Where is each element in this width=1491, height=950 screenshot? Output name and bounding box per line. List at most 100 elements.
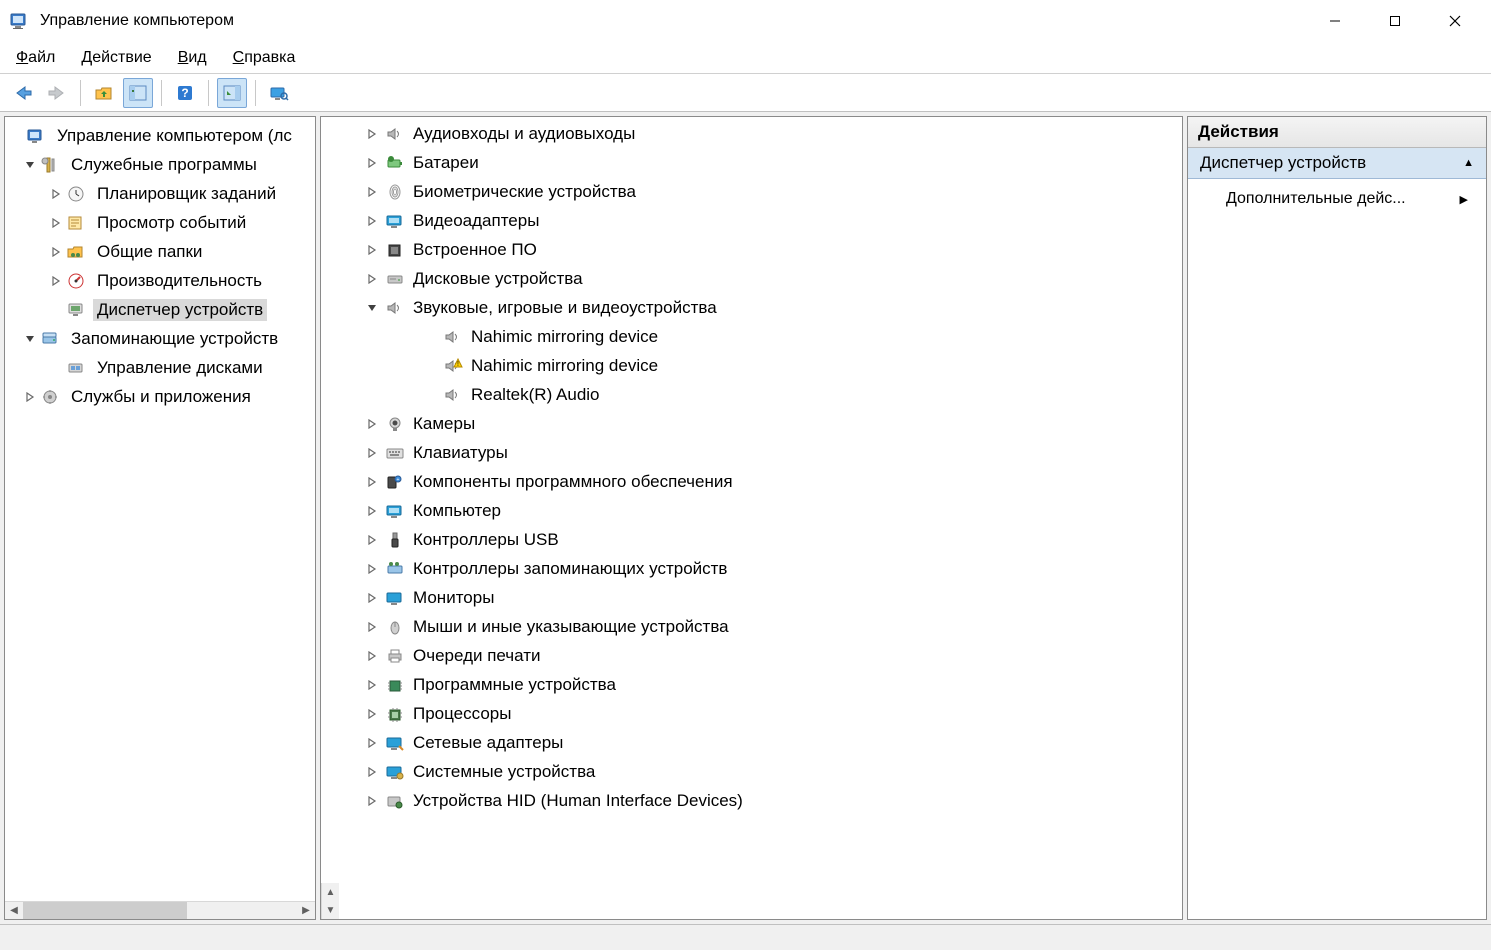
device-item[interactable]: Камеры — [321, 409, 1182, 438]
expander-icon[interactable] — [367, 680, 383, 690]
device-item[interactable]: Биометрические устройства — [321, 177, 1182, 206]
expander-icon[interactable] — [23, 332, 37, 346]
expander-icon[interactable] — [9, 129, 23, 143]
expander-icon[interactable] — [49, 274, 63, 288]
device-item[interactable]: Сетевые адаптеры — [321, 728, 1182, 757]
expander-icon[interactable] — [49, 361, 63, 375]
device-item[interactable]: Мониторы — [321, 583, 1182, 612]
action-more[interactable]: Дополнительные дейс... ▶ — [1188, 185, 1486, 213]
device-item-label: Программные устройства — [413, 675, 616, 695]
expander-icon[interactable] — [367, 129, 383, 139]
device-item[interactable]: Контроллеры USB — [321, 525, 1182, 554]
expander-icon[interactable] — [367, 593, 383, 603]
vscrollbar[interactable]: ▲ ▼ — [321, 883, 339, 919]
help-button[interactable]: ? — [170, 78, 200, 108]
device-tree[interactable]: Аудиовходы и аудиовыходыБатареиБиометрич… — [321, 117, 1182, 883]
actions-section-header[interactable]: Диспетчер устройств ▲ — [1188, 148, 1486, 179]
menu-help[interactable]: Справка — [229, 46, 300, 70]
tree-item[interactable]: Производительность — [5, 266, 315, 295]
scroll-thumb[interactable] — [23, 902, 187, 919]
back-button[interactable] — [8, 78, 38, 108]
device-item[interactable]: Устройства HID (Human Interface Devices) — [321, 786, 1182, 815]
menu-action[interactable]: Действие — [77, 46, 155, 70]
tree-item[interactable]: Просмотр событий — [5, 208, 315, 237]
expander-icon[interactable] — [367, 622, 383, 632]
device-item[interactable]: !Nahimic mirroring device — [321, 351, 1182, 380]
expander-icon[interactable] — [367, 738, 383, 748]
scroll-right-icon[interactable]: ▶ — [297, 902, 315, 919]
expander-icon[interactable] — [367, 796, 383, 806]
tree-item[interactable]: Диспетчер устройств — [5, 295, 315, 324]
expander-icon[interactable] — [49, 187, 63, 201]
tree-item[interactable]: Управление дисками — [5, 353, 315, 382]
expander-icon[interactable] — [367, 767, 383, 777]
minimize-button[interactable] — [1305, 0, 1365, 42]
actions-panel: Действия Диспетчер устройств ▲ Дополните… — [1187, 116, 1487, 920]
scan-hardware-button[interactable] — [264, 78, 294, 108]
scroll-left-icon[interactable]: ◀ — [5, 902, 23, 919]
expander-icon[interactable] — [49, 245, 63, 259]
device-item[interactable]: Realtek(R) Audio — [321, 380, 1182, 409]
device-item[interactable]: Аудиовходы и аудиовыходы — [321, 119, 1182, 148]
device-item[interactable]: Встроенное ПО — [321, 235, 1182, 264]
expander-icon[interactable] — [367, 477, 383, 487]
device-item[interactable]: +Компоненты программного обеспечения — [321, 467, 1182, 496]
device-item-label: Процессоры — [413, 704, 511, 724]
device-item[interactable]: Звуковые, игровые и видеоустройства — [321, 293, 1182, 322]
device-item[interactable]: Мыши и иные указывающие устройства — [321, 612, 1182, 641]
maximize-button[interactable] — [1365, 0, 1425, 42]
show-hide-actions-button[interactable] — [217, 78, 247, 108]
up-level-button[interactable] — [89, 78, 119, 108]
window-title: Управление компьютером — [40, 12, 234, 30]
scroll-up-icon[interactable]: ▲ — [322, 883, 339, 901]
expander-icon[interactable] — [367, 448, 383, 458]
device-item[interactable]: Процессоры — [321, 699, 1182, 728]
expander-icon[interactable] — [367, 187, 383, 197]
show-hide-tree-button[interactable] — [123, 78, 153, 108]
submenu-arrow-icon: ▶ — [1460, 193, 1468, 206]
tree-item[interactable]: Общие папки — [5, 237, 315, 266]
device-item[interactable]: Nahimic mirroring device — [321, 322, 1182, 351]
tree-item[interactable]: Управление компьютером (лс — [5, 121, 315, 150]
menu-file[interactable]: Файл — [12, 46, 59, 70]
close-button[interactable] — [1425, 0, 1485, 42]
tree-item[interactable]: Запоминающие устройств — [5, 324, 315, 353]
tree-item-label: Диспетчер устройств — [93, 299, 267, 321]
expander-icon[interactable] — [23, 390, 37, 404]
expander-icon[interactable] — [49, 216, 63, 230]
device-item[interactable]: Контроллеры запоминающих устройств — [321, 554, 1182, 583]
expander-icon[interactable] — [367, 216, 383, 226]
device-item-label: Камеры — [413, 414, 475, 434]
expander-icon[interactable] — [367, 158, 383, 168]
device-item[interactable]: Очереди печати — [321, 641, 1182, 670]
expander-icon[interactable] — [49, 303, 63, 317]
device-item[interactable]: Системные устройства — [321, 757, 1182, 786]
expander-icon[interactable] — [367, 245, 383, 255]
device-item[interactable]: Программные устройства — [321, 670, 1182, 699]
tree-item[interactable]: Планировщик заданий — [5, 179, 315, 208]
device-item[interactable]: Клавиатуры — [321, 438, 1182, 467]
device-item[interactable]: Батареи — [321, 148, 1182, 177]
forward-button[interactable] — [42, 78, 72, 108]
expander-icon[interactable] — [367, 419, 383, 429]
scroll-track[interactable] — [23, 902, 297, 919]
expander-icon[interactable] — [367, 303, 383, 313]
tree-item[interactable]: Служебные программы — [5, 150, 315, 179]
expander-icon[interactable] — [367, 709, 383, 719]
expander-icon[interactable] — [23, 158, 37, 172]
device-item[interactable]: Дисковые устройства — [321, 264, 1182, 293]
expander-icon[interactable] — [367, 564, 383, 574]
expander-icon[interactable] — [367, 274, 383, 284]
expander-icon[interactable] — [367, 535, 383, 545]
hscrollbar[interactable]: ◀ ▶ — [5, 901, 315, 919]
scroll-down-icon[interactable]: ▼ — [322, 901, 339, 919]
device-item[interactable]: Компьютер — [321, 496, 1182, 525]
console-tree[interactable]: Управление компьютером (лсСлужебные прог… — [5, 117, 315, 901]
device-item-label: Realtek(R) Audio — [471, 385, 600, 405]
expander-icon[interactable] — [367, 506, 383, 516]
expander-icon[interactable] — [367, 651, 383, 661]
tree-item[interactable]: Службы и приложения — [5, 382, 315, 411]
menu-view[interactable]: Вид — [174, 46, 211, 70]
device-item-label: Мыши и иные указывающие устройства — [413, 617, 729, 637]
device-item[interactable]: Видеоадаптеры — [321, 206, 1182, 235]
